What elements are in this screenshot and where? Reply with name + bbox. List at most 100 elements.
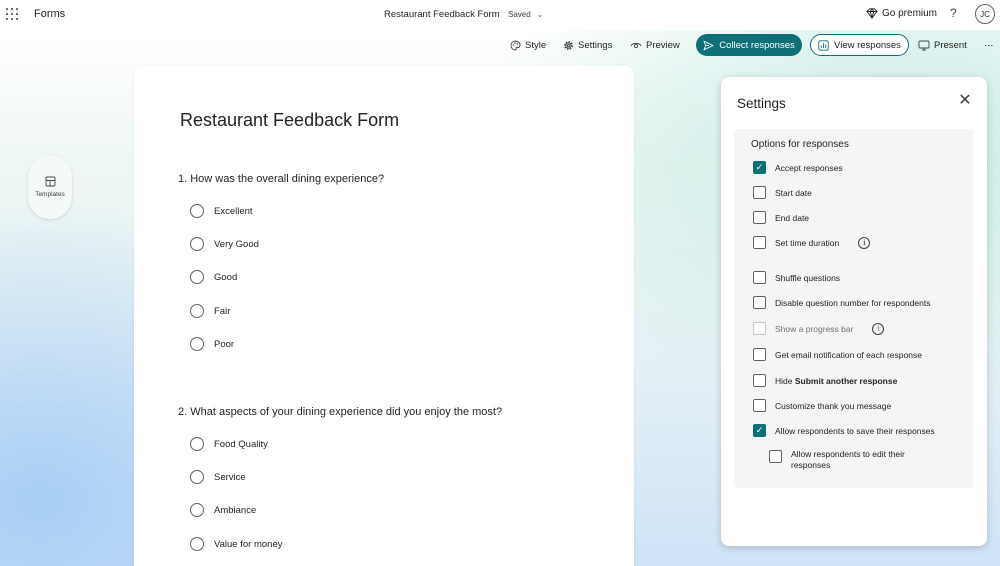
eye-icon bbox=[630, 42, 642, 49]
go-premium-label: Go premium bbox=[882, 8, 938, 19]
checkbox[interactable] bbox=[753, 236, 766, 249]
option-email-notification: Get email notification of each response bbox=[753, 348, 922, 361]
response-options-section: Options for responses ✓ Accept responses… bbox=[734, 129, 973, 488]
option-show-progress-bar: Show a progress bar i bbox=[753, 322, 885, 335]
label-bold: Submit another response bbox=[794, 375, 898, 386]
radio-button[interactable] bbox=[190, 304, 204, 318]
preview-button[interactable]: Preview bbox=[630, 34, 680, 56]
radio-button[interactable] bbox=[190, 503, 204, 517]
app-launcher-icon[interactable] bbox=[6, 8, 18, 20]
option-allow-save-responses: ✓ Allow respondents to save their respon… bbox=[753, 424, 935, 437]
checkbox[interactable] bbox=[753, 348, 766, 361]
close-icon[interactable]: ✕ bbox=[957, 93, 973, 109]
checkbox[interactable] bbox=[753, 296, 766, 309]
label-prefix: Hide bbox=[775, 375, 795, 386]
option-label: Very Good bbox=[214, 238, 259, 250]
collect-responses-button[interactable]: Collect responses bbox=[696, 34, 802, 56]
checkbox-disabled bbox=[753, 322, 766, 335]
radio-button[interactable] bbox=[190, 270, 204, 284]
checkbox-checked[interactable]: ✓ bbox=[753, 424, 766, 437]
question-2-title[interactable]: 2. What aspects of your dining experienc… bbox=[178, 406, 502, 418]
option-label: Show a progress bar bbox=[775, 323, 854, 334]
checkbox[interactable] bbox=[753, 374, 766, 387]
option-label: Allow respondents to save their response… bbox=[775, 425, 935, 436]
option-label: Good bbox=[214, 271, 238, 283]
form-title[interactable]: Restaurant Feedback Form bbox=[180, 110, 399, 131]
templates-button[interactable]: Templates bbox=[28, 155, 72, 219]
option-label: Get email notification of each response bbox=[775, 349, 922, 360]
option-shuffle-questions: Shuffle questions bbox=[753, 271, 840, 284]
option-accept-responses: ✓ Accept responses bbox=[753, 161, 843, 174]
send-icon bbox=[703, 40, 714, 50]
present-button[interactable]: Present bbox=[918, 34, 967, 56]
option-good[interactable]: Good bbox=[190, 270, 237, 284]
option-set-time-duration: Set time duration i bbox=[753, 236, 871, 249]
settings-button[interactable]: Settings bbox=[563, 34, 612, 56]
toolbar: Style Settings Preview Collect responses… bbox=[0, 34, 1000, 56]
top-bar: Forms Restaurant Feedback Form Saved ⌄ G… bbox=[0, 0, 1000, 30]
document-status[interactable]: Saved ⌄ bbox=[508, 10, 543, 19]
app-name[interactable]: Forms bbox=[34, 8, 65, 20]
option-label: Food Quality bbox=[214, 438, 268, 450]
settings-title: Settings bbox=[737, 96, 786, 111]
option-very-good[interactable]: Very Good bbox=[190, 237, 259, 251]
option-label: Poor bbox=[214, 338, 235, 350]
radio-button[interactable] bbox=[190, 470, 204, 484]
option-allow-edit-responses: Allow respondents to edit their response… bbox=[769, 449, 931, 471]
checkbox[interactable] bbox=[769, 450, 782, 463]
option-ambiance[interactable]: Ambiance bbox=[190, 503, 256, 517]
option-disable-question-number: Disable question number for respondents bbox=[753, 296, 930, 309]
chevron-down-icon: ⌄ bbox=[536, 10, 544, 19]
checkbox-checked[interactable]: ✓ bbox=[753, 161, 766, 174]
document-title[interactable]: Restaurant Feedback Form bbox=[384, 9, 500, 20]
radio-button[interactable] bbox=[190, 337, 204, 351]
info-icon[interactable]: i bbox=[858, 236, 871, 249]
settings-label: Settings bbox=[578, 39, 613, 51]
checkbox[interactable] bbox=[753, 211, 766, 224]
option-service[interactable]: Service bbox=[190, 470, 246, 484]
option-label: Accept responses bbox=[775, 162, 843, 173]
option-end-date: End date bbox=[753, 211, 809, 224]
option-value-for-money[interactable]: Value for money bbox=[190, 537, 282, 551]
checkbox[interactable] bbox=[753, 186, 766, 199]
option-label: Customize thank you message bbox=[775, 400, 892, 411]
palette-icon bbox=[510, 40, 521, 50]
option-label: Service bbox=[214, 471, 246, 483]
option-label: Value for money bbox=[214, 538, 283, 550]
option-label: Shuffle questions bbox=[775, 272, 841, 283]
option-fair[interactable]: Fair bbox=[190, 304, 230, 318]
style-label: Style bbox=[525, 39, 547, 51]
radio-button[interactable] bbox=[190, 237, 204, 251]
view-responses-button[interactable]: View responses bbox=[810, 34, 909, 56]
settings-panel: Settings ✕ Options for responses ✓ Accep… bbox=[721, 77, 987, 546]
option-label: Excellent bbox=[214, 205, 253, 217]
chart-icon bbox=[818, 39, 829, 51]
radio-button[interactable] bbox=[190, 204, 204, 218]
more-options-icon[interactable]: ··· bbox=[984, 34, 994, 56]
gear-icon bbox=[564, 40, 573, 50]
option-excellent[interactable]: Excellent bbox=[190, 204, 253, 218]
go-premium-button[interactable]: Go premium bbox=[866, 8, 937, 19]
save-status-text: Saved bbox=[508, 10, 531, 19]
option-label: Ambiance bbox=[214, 504, 257, 516]
avatar[interactable]: JC bbox=[975, 4, 995, 24]
question-1-title[interactable]: 1. How was the overall dining experience… bbox=[178, 173, 384, 185]
present-label: Present bbox=[934, 39, 967, 51]
radio-button[interactable] bbox=[190, 437, 204, 451]
option-label: Hide Submit another response bbox=[775, 376, 897, 386]
section-title: Options for responses bbox=[751, 139, 849, 150]
style-button[interactable]: Style bbox=[510, 34, 546, 56]
option-poor[interactable]: Poor bbox=[190, 337, 234, 351]
info-icon[interactable]: i bbox=[872, 322, 885, 335]
option-label: Disable question number for respondents bbox=[775, 297, 931, 308]
checkbox[interactable] bbox=[753, 399, 766, 412]
checkbox[interactable] bbox=[753, 271, 766, 284]
option-customize-thank-you: Customize thank you message bbox=[753, 399, 891, 412]
option-food-quality[interactable]: Food Quality bbox=[190, 437, 268, 451]
radio-button[interactable] bbox=[190, 537, 204, 551]
option-hide-submit-another: Hide Submit another response bbox=[753, 374, 897, 387]
option-start-date: Start date bbox=[753, 186, 812, 199]
option-label: Allow respondents to edit their response… bbox=[791, 449, 905, 470]
option-label: Set time duration bbox=[775, 237, 840, 248]
help-icon[interactable]: ? bbox=[950, 6, 957, 20]
